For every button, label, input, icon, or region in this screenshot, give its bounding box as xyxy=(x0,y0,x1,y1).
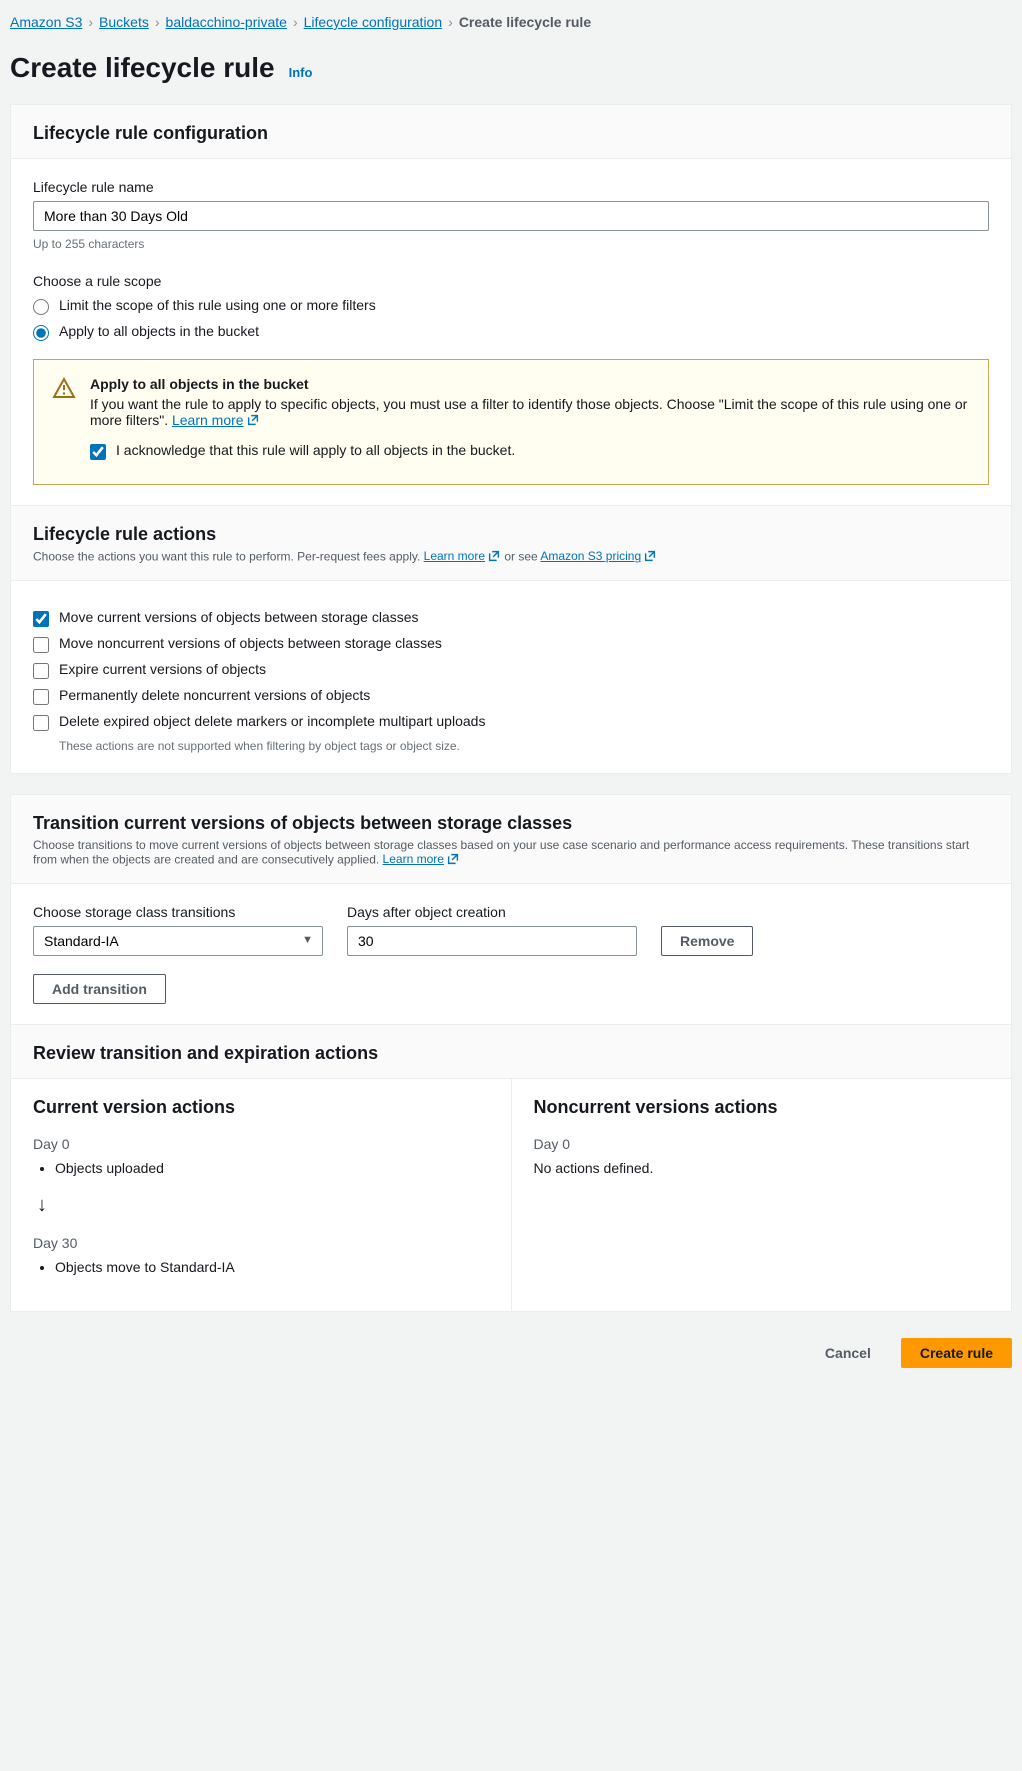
panel-transitions: Transition current versions of objects b… xyxy=(10,794,1012,1312)
page-title-row: Create lifecycle rule Info xyxy=(10,52,1012,84)
panel-lifecycle-config: Lifecycle rule configuration Lifecycle r… xyxy=(10,104,1012,774)
action-delete-markers[interactable]: Delete expired object delete markers or … xyxy=(33,713,989,731)
chevron-right-icon: › xyxy=(293,14,298,30)
radio-limit[interactable] xyxy=(33,299,49,315)
section-heading: Transition current versions of objects b… xyxy=(33,813,989,834)
day-label: Day 30 xyxy=(33,1235,489,1251)
section-heading: Review transition and expiration actions xyxy=(33,1043,989,1064)
checkbox[interactable] xyxy=(33,663,49,679)
panel-header: Transition current versions of objects b… xyxy=(11,795,1011,884)
checkbox-label: Move current versions of objects between… xyxy=(59,609,419,625)
panel-header-review: Review transition and expiration actions xyxy=(11,1024,1011,1079)
panel-header-actions: Lifecycle rule actions Choose the action… xyxy=(11,505,1011,581)
rule-name-hint: Up to 255 characters xyxy=(33,237,989,251)
review-grid: Current version actions Day 0 Objects up… xyxy=(11,1079,1011,1311)
storage-class-label: Choose storage class transitions xyxy=(33,904,323,920)
days-label: Days after object creation xyxy=(347,904,637,920)
remove-button[interactable]: Remove xyxy=(661,926,753,956)
section-heading: Lifecycle rule configuration xyxy=(33,123,989,144)
external-link-icon xyxy=(446,852,460,869)
review-none-text: No actions defined. xyxy=(534,1160,990,1176)
radio-label: Apply to all objects in the bucket xyxy=(59,323,259,339)
external-link-icon xyxy=(246,413,260,430)
radio-label: Limit the scope of this rule using one o… xyxy=(59,297,376,313)
breadcrumb-item[interactable]: Buckets xyxy=(99,14,149,30)
learn-more-link[interactable]: Learn more xyxy=(172,412,260,428)
footer-actions: Cancel Create rule xyxy=(10,1332,1012,1378)
alert-title: Apply to all objects in the bucket xyxy=(90,376,970,392)
scope-option-limit[interactable]: Limit the scope of this rule using one o… xyxy=(33,297,989,315)
review-item: Objects move to Standard-IA xyxy=(55,1259,489,1275)
arrow-down-icon: ↓ xyxy=(37,1194,489,1217)
chevron-right-icon: › xyxy=(448,14,453,30)
warning-icon xyxy=(52,376,76,468)
acknowledge-label: I acknowledge that this rule will apply … xyxy=(116,442,515,458)
breadcrumb-item-current: Create lifecycle rule xyxy=(459,14,591,30)
day-label: Day 0 xyxy=(33,1136,489,1152)
learn-more-link[interactable]: Learn more xyxy=(424,549,501,563)
section-desc: Choose transitions to move current versi… xyxy=(33,838,989,869)
checkbox-label: Move noncurrent versions of objects betw… xyxy=(59,635,442,651)
learn-more-link[interactable]: Learn more xyxy=(383,852,460,866)
review-current-title: Current version actions xyxy=(33,1097,489,1118)
action-delete-noncurrent[interactable]: Permanently delete noncurrent versions o… xyxy=(33,687,989,705)
breadcrumb-item[interactable]: Amazon S3 xyxy=(10,14,82,30)
review-current-col: Current version actions Day 0 Objects up… xyxy=(11,1079,512,1311)
section-desc: Choose the actions you want this rule to… xyxy=(33,549,989,566)
review-noncurrent-col: Noncurrent versions actions Day 0 No act… xyxy=(512,1079,1012,1311)
acknowledge-checkbox[interactable] xyxy=(90,444,106,460)
days-input[interactable] xyxy=(347,926,637,956)
storage-class-select[interactable]: Standard-IA xyxy=(33,926,323,956)
radio-all[interactable] xyxy=(33,325,49,341)
action-move-noncurrent[interactable]: Move noncurrent versions of objects betw… xyxy=(33,635,989,653)
checkbox[interactable] xyxy=(33,689,49,705)
chevron-right-icon: › xyxy=(88,14,93,30)
scope-label: Choose a rule scope xyxy=(33,273,989,289)
alert-apply-all: Apply to all objects in the bucket If yo… xyxy=(33,359,989,485)
breadcrumb-item[interactable]: Lifecycle configuration xyxy=(304,14,443,30)
action-expire-current[interactable]: Expire current versions of objects xyxy=(33,661,989,679)
alert-text: If you want the rule to apply to specifi… xyxy=(90,396,970,430)
day-label: Day 0 xyxy=(534,1136,990,1152)
rule-name-label: Lifecycle rule name xyxy=(33,179,989,195)
external-link-icon xyxy=(643,549,657,566)
review-item: Objects uploaded xyxy=(55,1160,489,1176)
checkbox[interactable] xyxy=(33,637,49,653)
cancel-button[interactable]: Cancel xyxy=(807,1338,889,1368)
pricing-link[interactable]: Amazon S3 pricing xyxy=(540,549,657,563)
external-link-icon xyxy=(487,549,501,566)
actions-disabled-note: These actions are not supported when fil… xyxy=(59,739,989,753)
checkbox[interactable] xyxy=(33,611,49,627)
transition-row: Choose storage class transitions Standar… xyxy=(33,904,989,956)
page-title: Create lifecycle rule xyxy=(10,52,275,84)
checkbox-label: Delete expired object delete markers or … xyxy=(59,713,485,729)
breadcrumb-item[interactable]: baldacchino-private xyxy=(166,14,287,30)
chevron-right-icon: › xyxy=(155,14,160,30)
section-heading: Lifecycle rule actions xyxy=(33,524,989,545)
info-link[interactable]: Info xyxy=(289,65,313,80)
scope-option-all[interactable]: Apply to all objects in the bucket xyxy=(33,323,989,341)
add-transition-button[interactable]: Add transition xyxy=(33,974,166,1004)
breadcrumb: Amazon S3 › Buckets › baldacchino-privat… xyxy=(10,10,1012,42)
checkbox[interactable] xyxy=(33,715,49,731)
acknowledge-checkbox-row[interactable]: I acknowledge that this rule will apply … xyxy=(90,442,970,460)
rule-name-input[interactable] xyxy=(33,201,989,231)
create-rule-button[interactable]: Create rule xyxy=(901,1338,1012,1368)
action-move-current[interactable]: Move current versions of objects between… xyxy=(33,609,989,627)
checkbox-label: Expire current versions of objects xyxy=(59,661,266,677)
review-noncurrent-title: Noncurrent versions actions xyxy=(534,1097,990,1118)
checkbox-label: Permanently delete noncurrent versions o… xyxy=(59,687,370,703)
panel-header: Lifecycle rule configuration xyxy=(11,105,1011,159)
